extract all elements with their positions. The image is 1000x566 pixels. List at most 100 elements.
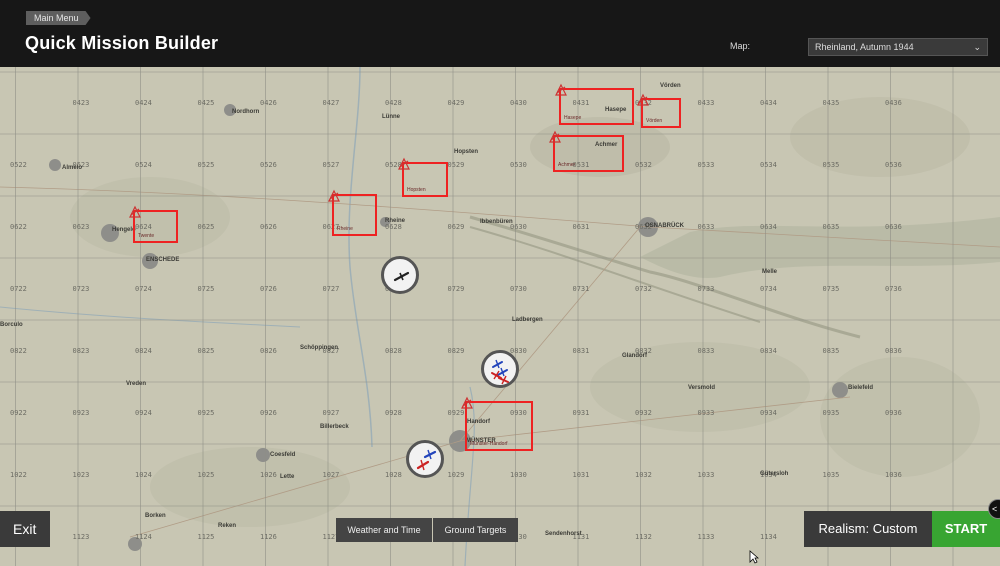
grid-cell-label: 0729 [447, 285, 465, 293]
town-label: Versmold [688, 385, 716, 391]
chevron-down-icon: ⌄ [973, 42, 981, 52]
grid-cell-label: 0923 [72, 409, 90, 417]
grid-cell-label: 0824 [135, 347, 152, 355]
airfield-marker[interactable]: Hopsten [398, 157, 448, 197]
airfield-icon [129, 205, 141, 218]
grid-cell-label: 1036 [885, 471, 902, 479]
town-label: Vreden [126, 381, 147, 387]
grid-cell-label: 1027 [322, 471, 340, 479]
airfield-marker[interactable]: Rheine [328, 189, 377, 236]
grid-cell-label: 1024 [135, 471, 152, 479]
flight-marker[interactable] [406, 440, 444, 478]
town-label: Ladbergen [512, 317, 543, 323]
grid-cell-label: 0629 [447, 223, 465, 231]
airfield-icon [637, 93, 649, 106]
town-label: Melle [762, 269, 778, 275]
grid-cell-label: 0925 [197, 409, 215, 417]
town-label: Schöppingen [300, 345, 338, 351]
town-label: Borculo [0, 322, 23, 328]
town-label: Coesfeld [270, 452, 296, 458]
grid-cell-label: 0836 [885, 347, 902, 355]
weather-and-time-button[interactable]: Weather and Time [336, 518, 432, 542]
grid-cell-label: 0928 [385, 409, 402, 417]
town-label: ENSCHEDE [146, 257, 180, 263]
grid-cell-label: 0829 [447, 347, 465, 355]
grid-cell-label: 1029 [447, 471, 465, 479]
grid-cell-label: 0926 [260, 409, 277, 417]
airfield-marker[interactable]: Vörden [637, 93, 681, 128]
town-label: OSNABRÜCK [645, 223, 684, 229]
grid-cell-label: 0433 [697, 99, 715, 107]
grid-cell-label: 0736 [885, 285, 902, 293]
grid-cell-label: 0723 [72, 285, 90, 293]
exit-button[interactable]: Exit [0, 511, 50, 547]
grid-cell-label: 0535 [822, 161, 840, 169]
grid-cell-label: 0526 [260, 161, 277, 169]
grid-cell-label: 0425 [197, 99, 215, 107]
grid-cell-label: 0633 [697, 223, 715, 231]
town-label: Lünne [382, 114, 400, 120]
town-label: Nordhorn [232, 109, 260, 115]
grid-cell-label: 1134 [760, 533, 777, 541]
grid-cell-label: 0825 [197, 347, 215, 355]
grid-cell-label: 1033 [697, 471, 715, 479]
grid-cell-label: 0634 [760, 223, 777, 231]
grid-cell-label: 0628 [385, 223, 402, 231]
airfield-marker[interactable]: Münster-Handorf [461, 396, 533, 451]
grid-cell-label: 1022 [10, 471, 27, 479]
mission-map[interactable]: 0423 0424 0425 0426 0427 0428 0429 0430 0431 0432… [0, 67, 1000, 566]
grid-cell-label: 0727 [322, 285, 340, 293]
grid-cell-label: 0735 [822, 285, 840, 293]
grid-cell-label: 0833 [697, 347, 715, 355]
grid-cell-label: 0933 [697, 409, 715, 417]
grid-cell-label: 0936 [885, 409, 902, 417]
grid-cell-label: 0835 [822, 347, 840, 355]
town-label: Gütersloh [760, 471, 789, 477]
map-select[interactable]: Rheinland, Autumn 1944 ⌄ [808, 38, 988, 56]
grid-cell-label: 0429 [447, 99, 465, 107]
airfield-name: Münster-Handorf [470, 441, 508, 447]
grid-cell-label: 1125 [197, 533, 215, 541]
town-label: Rheine [385, 218, 406, 224]
grid-cell-label: 0922 [10, 409, 27, 417]
grid-cell-label: 0428 [385, 99, 402, 107]
town-label: Lette [280, 474, 295, 480]
airfield-icon [555, 83, 567, 96]
grid-cell-label: 0834 [760, 347, 777, 355]
grid-cell-label: 0733 [697, 285, 715, 293]
town-label: Sendenhorst [545, 531, 582, 537]
town-label: Glandorf [622, 353, 647, 359]
airfield-marker[interactable]: Hasepe [555, 83, 634, 125]
grid-cell-label: 0826 [260, 347, 277, 355]
start-button[interactable]: START [932, 511, 1000, 547]
grid-cell-label: 0722 [10, 285, 27, 293]
grid-cell-label: 0724 [135, 285, 152, 293]
grid-cell-label: 0731 [572, 285, 590, 293]
flight-marker[interactable] [481, 350, 519, 388]
town-label: Hopsten [454, 149, 478, 155]
airfield-name: Hasepe [564, 115, 582, 121]
grid-cell-label: 0631 [572, 223, 590, 231]
airfield-marker[interactable]: Twente [129, 205, 178, 243]
grid-cell-label: 0623 [72, 223, 90, 231]
grid-cell-label: 0725 [197, 285, 215, 293]
aircraft-icon [491, 359, 509, 385]
grid-cell-label: 1028 [385, 471, 402, 479]
airfield-icon [328, 189, 340, 202]
page-title: Quick Mission Builder [25, 33, 219, 53]
grid-cell-label: 0430 [510, 99, 527, 107]
grid-cell-label: 0929 [447, 409, 465, 417]
flight-marker[interactable] [381, 256, 419, 294]
realism-button[interactable]: Realism: Custom [804, 511, 932, 547]
grid-cell-label: 0524 [135, 161, 152, 169]
town-label: Bielefeld [848, 385, 874, 391]
grid-cell-label: 0423 [72, 99, 90, 107]
grid-cell-label: 0831 [572, 347, 590, 355]
breadcrumb-main-menu[interactable]: Main Menu [26, 11, 91, 25]
grid-cell-label: 1123 [72, 533, 90, 541]
grid-cell-label: 1032 [635, 471, 652, 479]
grid-cell-label: 0730 [510, 285, 527, 293]
airfield-marker[interactable]: Achmer [549, 130, 624, 172]
airfield-name: Achmer [558, 162, 576, 168]
ground-targets-button[interactable]: Ground Targets [433, 518, 518, 542]
